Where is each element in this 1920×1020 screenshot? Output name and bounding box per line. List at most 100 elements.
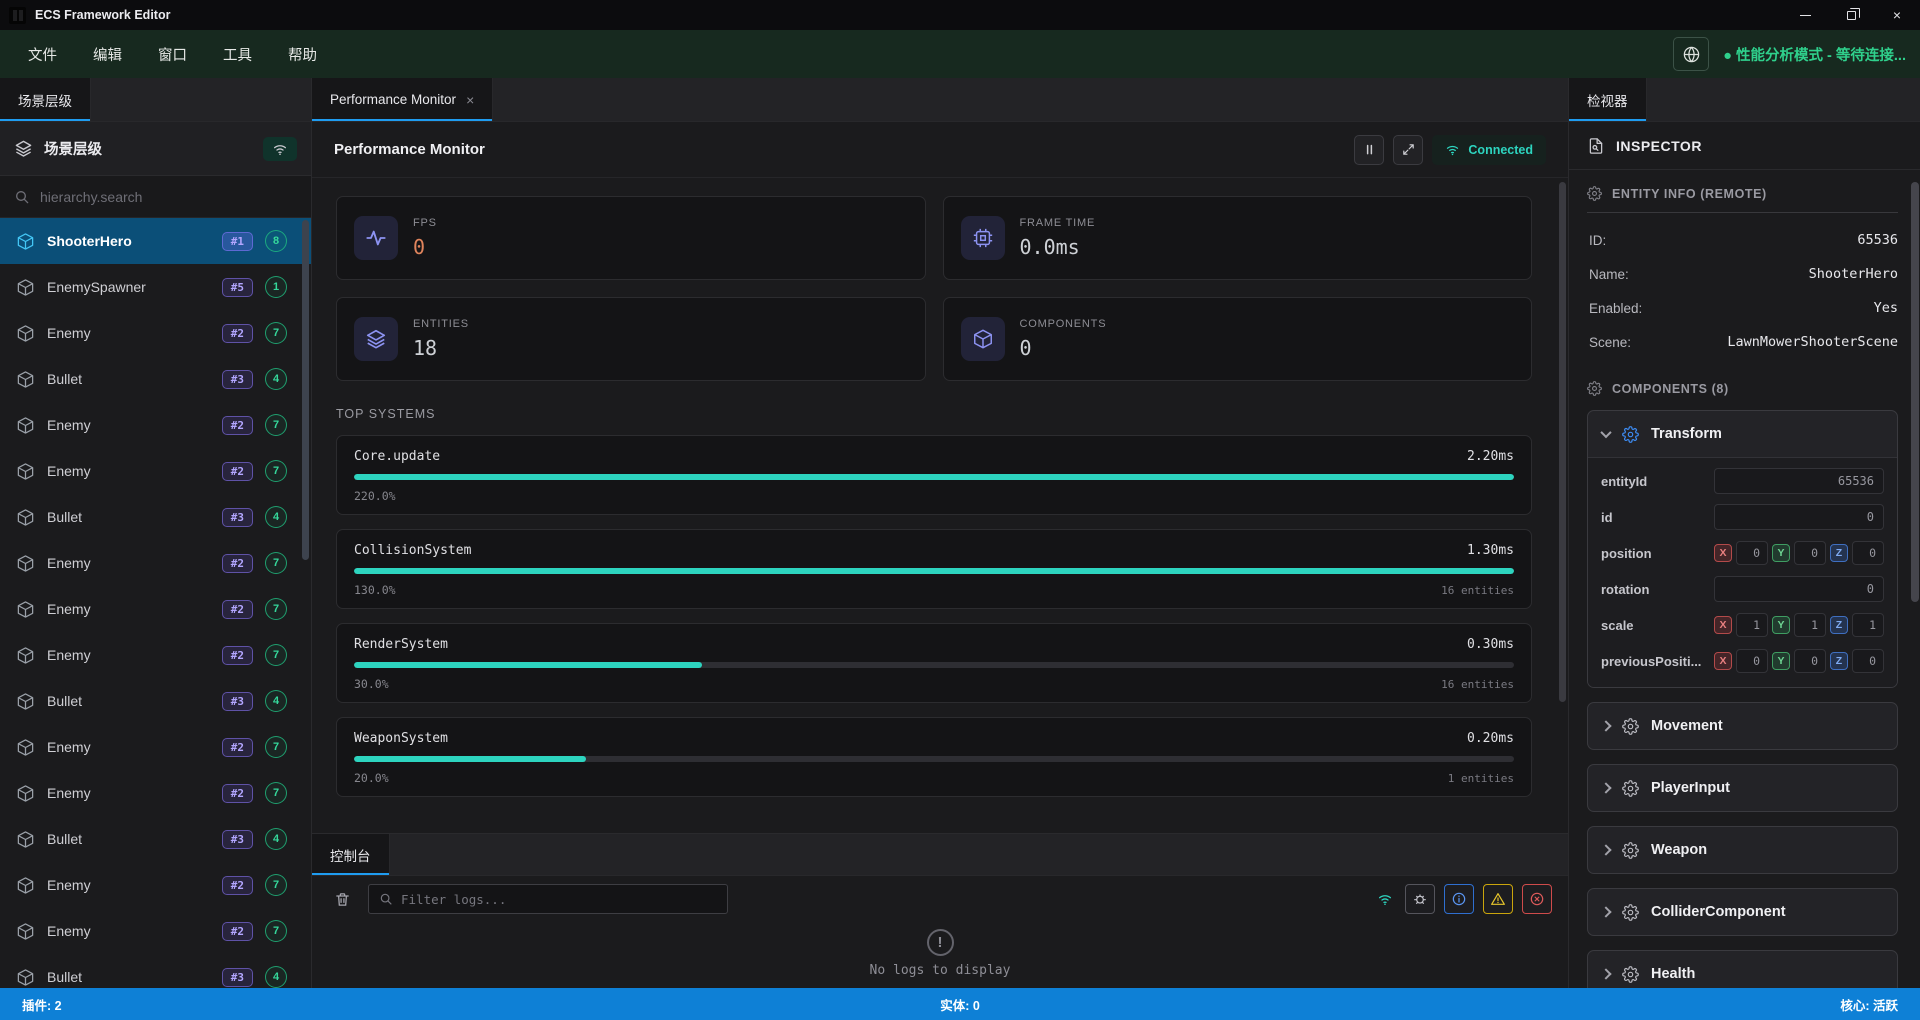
hierarchy-title: 场景层级: [44, 138, 102, 159]
stat-value: 0: [1020, 336, 1107, 360]
hierarchy-item[interactable]: Enemy #2 7: [0, 586, 311, 632]
vector-x-input[interactable]: 0: [1736, 649, 1768, 673]
vector-y-input[interactable]: 1: [1794, 613, 1826, 637]
vector-y-input[interactable]: 0: [1794, 649, 1826, 673]
system-entities: 1 entities: [1448, 772, 1514, 785]
vector-x-input[interactable]: 0: [1736, 541, 1768, 565]
tab-performance-monitor[interactable]: Performance Monitor ×: [312, 78, 493, 121]
entity-cube-icon: [16, 738, 35, 757]
hierarchy-list: ShooterHero #1 8 EnemySpawner #5 1 Enemy…: [0, 218, 311, 988]
inspector-header: INSPECTOR: [1569, 122, 1920, 170]
tab-hierarchy[interactable]: 场景层级: [0, 78, 91, 121]
stat-card-text: FPS 0: [413, 217, 437, 259]
stat-value: 18: [413, 336, 469, 360]
vector-y-input[interactable]: 0: [1794, 541, 1826, 565]
main-scrollbar[interactable]: [1559, 182, 1566, 702]
restore-button[interactable]: [1828, 0, 1874, 30]
console-remote-icon[interactable]: [1374, 888, 1396, 910]
menu-item[interactable]: 文件: [28, 44, 57, 65]
vector-z-input[interactable]: 0: [1852, 649, 1884, 673]
component-header[interactable]: Weapon: [1588, 827, 1897, 873]
menu-item[interactable]: 工具: [223, 44, 252, 65]
components-section-header: COMPONENTS (8): [1587, 381, 1898, 396]
tab-performance-monitor-label: Performance Monitor: [330, 92, 456, 107]
entity-name: Bullet: [47, 969, 82, 985]
hierarchy-item[interactable]: Bullet #3 4: [0, 816, 311, 862]
entity-name: Enemy: [47, 647, 91, 663]
hierarchy-item[interactable]: Bullet #3 4: [0, 678, 311, 724]
hierarchy-item[interactable]: Enemy #2 7: [0, 862, 311, 908]
stat-card-fps: FPS 0: [336, 196, 926, 280]
language-globe-button[interactable]: [1673, 37, 1709, 71]
entity-id-badge: #1: [222, 232, 253, 251]
property-input[interactable]: 65536: [1714, 468, 1884, 494]
vector-z-input[interactable]: 0: [1852, 541, 1884, 565]
entity-cube-icon: [16, 876, 35, 895]
component-header[interactable]: Movement: [1588, 703, 1897, 749]
component-header[interactable]: Health: [1588, 951, 1897, 988]
hierarchy-item[interactable]: Enemy #2 7: [0, 310, 311, 356]
hierarchy-item[interactable]: Enemy #2 7: [0, 540, 311, 586]
hierarchy-item[interactable]: EnemySpawner #5 1: [0, 264, 311, 310]
entity-name: Bullet: [47, 371, 82, 387]
hierarchy-remote-connection-button[interactable]: [263, 137, 297, 161]
hierarchy-item[interactable]: Enemy #2 7: [0, 402, 311, 448]
system-name: WeaponSystem: [354, 731, 448, 746]
top-systems-title: TOP SYSTEMS: [336, 407, 1542, 421]
system-time: 0.20ms: [1467, 731, 1514, 746]
warning-filter-button[interactable]: [1483, 884, 1513, 914]
hierarchy-item[interactable]: Enemy #2 7: [0, 724, 311, 770]
hierarchy-item[interactable]: Bullet #3 4: [0, 954, 311, 988]
tab-inspector[interactable]: 检视器: [1569, 78, 1647, 121]
gear-icon: [1622, 780, 1639, 797]
entity-name: ShooterHero: [47, 233, 132, 249]
menu-item[interactable]: 帮助: [288, 44, 317, 65]
tab-close-icon[interactable]: ×: [466, 92, 474, 108]
entity-count-badge: 7: [265, 920, 287, 942]
close-button[interactable]: ×: [1874, 0, 1920, 30]
pause-button[interactable]: [1354, 135, 1384, 165]
entity-name: Bullet: [47, 509, 82, 525]
property-input[interactable]: 0: [1714, 504, 1884, 530]
hierarchy-item[interactable]: Enemy #2 7: [0, 908, 311, 954]
system-entities: 16 entities: [1441, 584, 1514, 597]
menu-item[interactable]: 窗口: [158, 44, 187, 65]
entity-id-badge: #2: [222, 646, 253, 665]
transform-property-row: id 0: [1597, 499, 1888, 535]
info-filter-button[interactable]: [1444, 884, 1474, 914]
transform-header[interactable]: Transform: [1588, 411, 1897, 457]
log-filter-input[interactable]: [401, 892, 717, 907]
vector-z-input[interactable]: 1: [1852, 613, 1884, 637]
hierarchy-item[interactable]: Enemy #2 7: [0, 448, 311, 494]
vector3-editor: X 1 Y 1 Z 1: [1714, 613, 1884, 637]
hierarchy-scrollbar[interactable]: [302, 220, 309, 560]
debug-filter-button[interactable]: [1405, 884, 1435, 914]
expand-button[interactable]: [1393, 135, 1423, 165]
connection-status-label: Connected: [1468, 143, 1533, 157]
clear-logs-button[interactable]: [328, 885, 356, 913]
entity-id-badge: #2: [222, 876, 253, 895]
hierarchy-item[interactable]: Enemy #2 7: [0, 632, 311, 678]
system-name: CollisionSystem: [354, 543, 471, 558]
error-filter-button[interactable]: [1522, 884, 1552, 914]
cube-icon: [961, 317, 1005, 361]
vector-x-input[interactable]: 1: [1736, 613, 1768, 637]
component-header[interactable]: PlayerInput: [1588, 765, 1897, 811]
hierarchy-item[interactable]: Bullet #3 4: [0, 356, 311, 402]
globe-icon: [1682, 45, 1701, 64]
tab-console[interactable]: 控制台: [312, 834, 390, 875]
hierarchy-item[interactable]: ShooterHero #1 8: [0, 218, 311, 264]
entity-id-badge: #2: [222, 416, 253, 435]
property-label: rotation: [1601, 582, 1707, 597]
menu-item[interactable]: 编辑: [93, 44, 122, 65]
hierarchy-item[interactable]: Bullet #3 4: [0, 494, 311, 540]
inspector-scrollbar[interactable]: [1911, 182, 1919, 602]
entity-info-row: ID: 65536: [1589, 223, 1898, 257]
minimize-button[interactable]: [1782, 0, 1828, 30]
property-input[interactable]: 0: [1714, 576, 1884, 602]
hierarchy-item[interactable]: Enemy #2 7: [0, 770, 311, 816]
warning-icon: [1490, 891, 1506, 907]
component-header[interactable]: ColliderComponent: [1588, 889, 1897, 935]
hierarchy-search-input[interactable]: [40, 189, 297, 205]
chevron-right-icon: [1600, 720, 1611, 731]
